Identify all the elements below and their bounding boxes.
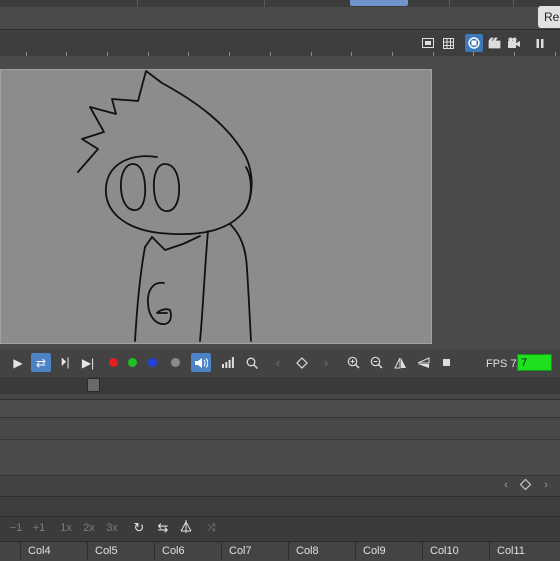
zoom-in-icon[interactable]: [343, 353, 363, 372]
column-header-col7[interactable]: Col7: [229, 545, 252, 557]
zoom-out-icon[interactable]: [366, 353, 386, 372]
column-header-col6[interactable]: Col6: [162, 545, 185, 557]
sound-icon[interactable]: [191, 353, 211, 372]
last-frame-button[interactable]: ▶|: [78, 353, 98, 372]
next-keyframe-icon[interactable]: ›: [538, 479, 554, 493]
column-header-col11[interactable]: Col11: [497, 545, 525, 557]
column-header-col8[interactable]: Col8: [296, 545, 319, 557]
fps-label: FPS 7/: [486, 358, 520, 370]
reset-view-icon[interactable]: [437, 353, 457, 372]
green-channel-button[interactable]: [122, 353, 142, 372]
frame-slider[interactable]: [0, 377, 560, 393]
random-icon[interactable]: ⤨: [202, 520, 220, 536]
column-header: [0, 541, 560, 561]
key-icon[interactable]: [292, 353, 312, 372]
tween-icon[interactable]: [177, 520, 195, 536]
panel-strip: [0, 417, 560, 440]
locator-icon[interactable]: [242, 353, 262, 372]
next-frame-button[interactable]: ⏵|: [55, 353, 75, 372]
flip-horizontal-icon[interactable]: [390, 353, 410, 372]
column-header-col9[interactable]: Col9: [363, 545, 386, 557]
frame-ruler: [0, 48, 560, 56]
play-button[interactable]: ▶: [8, 353, 28, 372]
histogram-icon[interactable]: [218, 353, 238, 372]
next-key-icon[interactable]: ›: [316, 353, 336, 372]
room-button[interactable]: Re: [538, 6, 560, 28]
column-header-col10[interactable]: Col10: [430, 545, 459, 557]
fps-field[interactable]: 7: [517, 354, 552, 371]
prev-keyframe-icon[interactable]: ‹: [498, 479, 514, 493]
column-header-col4[interactable]: Col4: [28, 545, 51, 557]
swap-icon[interactable]: ⇆: [154, 520, 172, 536]
decrease-step-button[interactable]: −1: [7, 520, 25, 536]
prev-key-icon[interactable]: ‹: [268, 353, 288, 372]
panel-area: [0, 439, 560, 476]
column-header-col5[interactable]: Col5: [95, 545, 118, 557]
alpha-channel-button[interactable]: [165, 353, 185, 372]
step-3x-button[interactable]: 3x: [103, 520, 121, 536]
panel-strip: [0, 399, 560, 418]
rotate-icon[interactable]: ↻: [131, 520, 147, 536]
red-channel-button[interactable]: [103, 353, 123, 372]
active-room-tab[interactable]: [350, 0, 408, 6]
flip-vertical-icon[interactable]: [413, 353, 433, 372]
step-2x-button[interactable]: 2x: [80, 520, 98, 536]
top-menu-strip: [0, 0, 560, 7]
frame-slider-handle[interactable]: [87, 378, 100, 392]
panel-strip: [0, 496, 560, 517]
loop-button[interactable]: ⇄: [31, 353, 51, 372]
keyframe-bar: [0, 475, 560, 497]
step-1x-button[interactable]: 1x: [57, 520, 75, 536]
blue-channel-button[interactable]: [142, 353, 162, 372]
character-sketch: [77, 70, 253, 342]
keyframe-icon[interactable]: [517, 478, 533, 493]
increase-step-button[interactable]: +1: [29, 520, 49, 536]
